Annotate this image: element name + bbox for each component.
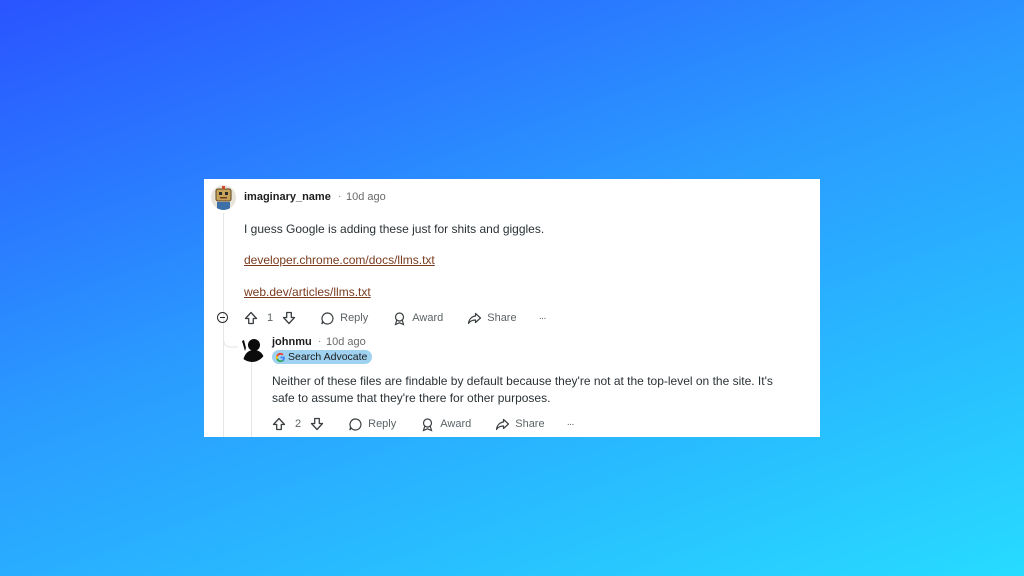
reply-more-options-button[interactable]: ··· xyxy=(566,418,575,430)
reply-meta-separator: · xyxy=(318,336,322,347)
reply-award-label: Award xyxy=(440,418,472,430)
reply-button[interactable]: Reply xyxy=(320,311,368,326)
reply-award-button[interactable]: Award xyxy=(420,417,471,432)
reply-vote-count: 2 xyxy=(295,418,302,430)
vote-count: 1 xyxy=(267,312,274,324)
share-icon xyxy=(496,418,510,430)
upvote-icon[interactable] xyxy=(272,417,286,431)
reply-actions: 2 Reply Award Share ··· xyxy=(272,415,575,433)
more-options-button[interactable]: ··· xyxy=(538,312,547,324)
reply-body-line-1: Neither of these files are findable by d… xyxy=(272,374,773,388)
reply-thread-line[interactable] xyxy=(251,357,252,437)
comment-timestamp[interactable]: 10d ago xyxy=(346,191,386,203)
comment-actions: 1 Reply Award Share ··· xyxy=(244,309,547,327)
reply-vote-group: 2 xyxy=(272,417,324,431)
share-label: Share xyxy=(487,312,517,324)
reply-user-avatar[interactable] xyxy=(238,334,266,362)
reply-label: Reply xyxy=(340,312,369,324)
downvote-icon[interactable] xyxy=(282,311,296,325)
flair-label: Search Advocate xyxy=(288,351,368,363)
upvote-icon[interactable] xyxy=(244,311,258,325)
award-button[interactable]: Award xyxy=(392,311,443,326)
award-icon xyxy=(394,311,405,326)
comment-username[interactable]: imaginary_name xyxy=(244,191,331,203)
reply-reply-button[interactable]: Reply xyxy=(348,417,396,432)
robot-avatar-icon xyxy=(215,186,232,210)
comment-card: imaginary_name · 10d ago I guess Google … xyxy=(204,179,820,437)
silhouette-avatar-icon xyxy=(242,339,265,362)
comment-icon xyxy=(321,311,334,325)
more-icon: ··· xyxy=(538,312,547,324)
google-icon xyxy=(275,352,285,362)
comment-link-2[interactable]: web.dev/articles/llms.txt xyxy=(244,285,371,299)
reply-share-button[interactable]: Share xyxy=(495,417,545,432)
collapse-icon[interactable] xyxy=(217,312,228,323)
share-icon xyxy=(468,312,482,324)
comment-body: I guess Google is adding these just for … xyxy=(244,222,545,236)
comment-icon xyxy=(349,417,362,431)
more-icon: ··· xyxy=(566,418,575,430)
downvote-icon[interactable] xyxy=(310,417,324,431)
vote-group: 1 xyxy=(244,311,296,325)
comment-link-1[interactable]: developer.chrome.com/docs/llms.txt xyxy=(244,253,435,267)
reply-reply-label: Reply xyxy=(368,418,397,430)
award-icon xyxy=(422,417,433,432)
reply-share-label: Share xyxy=(515,418,545,430)
meta-separator: · xyxy=(338,191,342,202)
reply-body-line-2: safe to assume that they're there for ot… xyxy=(272,391,551,405)
reply-username[interactable]: johnmu xyxy=(272,336,312,348)
user-avatar[interactable] xyxy=(211,185,236,210)
share-button[interactable]: Share xyxy=(467,311,517,326)
award-label: Award xyxy=(412,312,444,324)
user-flair-badge: Search Advocate xyxy=(272,350,373,364)
reply-timestamp[interactable]: 10d ago xyxy=(326,336,366,348)
